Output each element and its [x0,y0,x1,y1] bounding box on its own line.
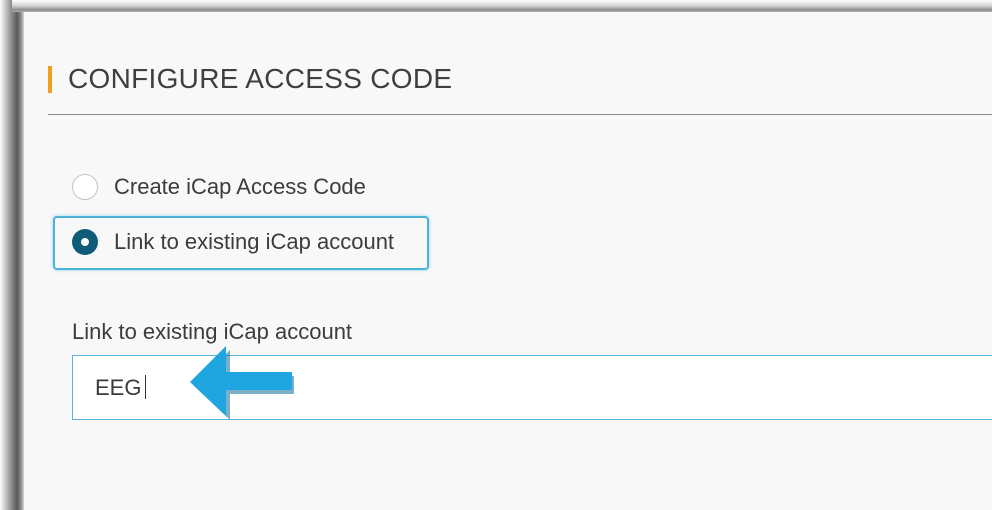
account-field-label: Link to existing iCap account [72,319,353,344]
option-create-access-code-label[interactable]: Create iCap Access Code [114,174,366,200]
screenshot-frame: CONFIGURE ACCESS CODE Create iCap Access… [0,0,992,510]
radio-link-existing-account[interactable] [72,229,98,255]
section-header: CONFIGURE ACCESS CODE [48,50,992,115]
radio-selected-dot [81,238,89,246]
option-link-existing-account-label[interactable]: Link to existing iCap account [114,229,394,255]
arrow-left-icon [190,346,294,420]
text-caret [145,375,146,399]
frame-shadow-left [0,0,24,510]
configure-access-code-panel: CONFIGURE ACCESS CODE Create iCap Access… [24,12,992,510]
radio-create-access-code[interactable] [72,174,98,200]
option-link-existing-account[interactable]: Link to existing iCap account [72,229,394,255]
option-create-access-code[interactable]: Create iCap Access Code [72,174,366,200]
frame-shadow-top [12,0,992,12]
title-accent-bar [48,66,52,93]
section-title: CONFIGURE ACCESS CODE [68,63,453,94]
